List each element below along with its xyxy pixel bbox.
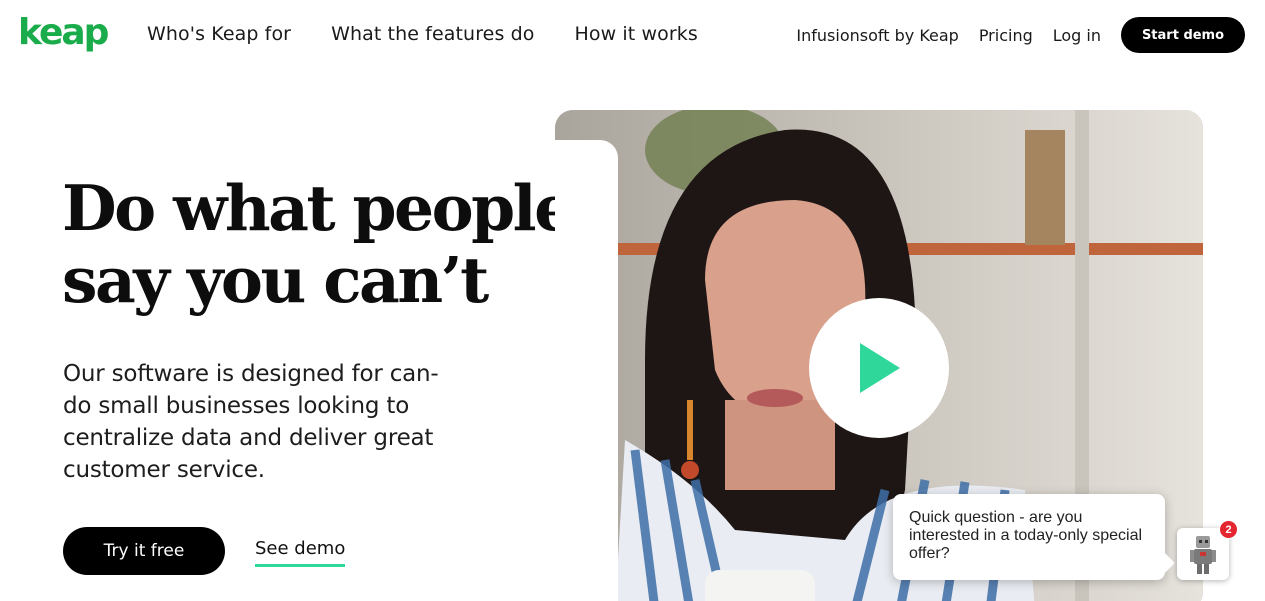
video-corner-cutout: [555, 140, 618, 601]
primary-nav: Who's Keap for What the features do How …: [147, 20, 698, 48]
keap-logo[interactable]: keap: [18, 12, 111, 56]
nav-link-infusionsoft[interactable]: Infusionsoft by Keap: [796, 26, 958, 45]
hero-headline: Do what people say you can’t: [62, 172, 582, 316]
start-demo-button[interactable]: Start demo: [1121, 17, 1245, 53]
chat-message-bubble[interactable]: Quick question - are you interested in a…: [893, 494, 1165, 580]
see-demo-link[interactable]: See demo: [255, 538, 346, 567]
nav-link-whos-keap-for[interactable]: Who's Keap for: [147, 20, 291, 48]
nav-link-how-it-works[interactable]: How it works: [575, 20, 698, 48]
play-button[interactable]: [809, 298, 949, 438]
chat-notification-badge: 2: [1219, 520, 1238, 539]
hero-headline-line2: say you can’t: [62, 243, 489, 317]
nav-link-pricing[interactable]: Pricing: [979, 26, 1033, 45]
secondary-nav: Infusionsoft by Keap Pricing Log in Star…: [796, 17, 1245, 53]
hero-headline-line1: Do what people: [62, 171, 574, 245]
keap-logo-icon: keap: [18, 12, 111, 53]
svg-text:keap: keap: [18, 14, 109, 53]
try-it-free-button[interactable]: Try it free: [63, 527, 225, 575]
play-icon: [860, 343, 900, 393]
nav-link-features[interactable]: What the features do: [331, 20, 534, 48]
nav-link-log-in[interactable]: Log in: [1053, 26, 1101, 45]
robot-icon: [1190, 536, 1216, 574]
hero-subtext: Our software is designed for can-do smal…: [63, 361, 439, 483]
